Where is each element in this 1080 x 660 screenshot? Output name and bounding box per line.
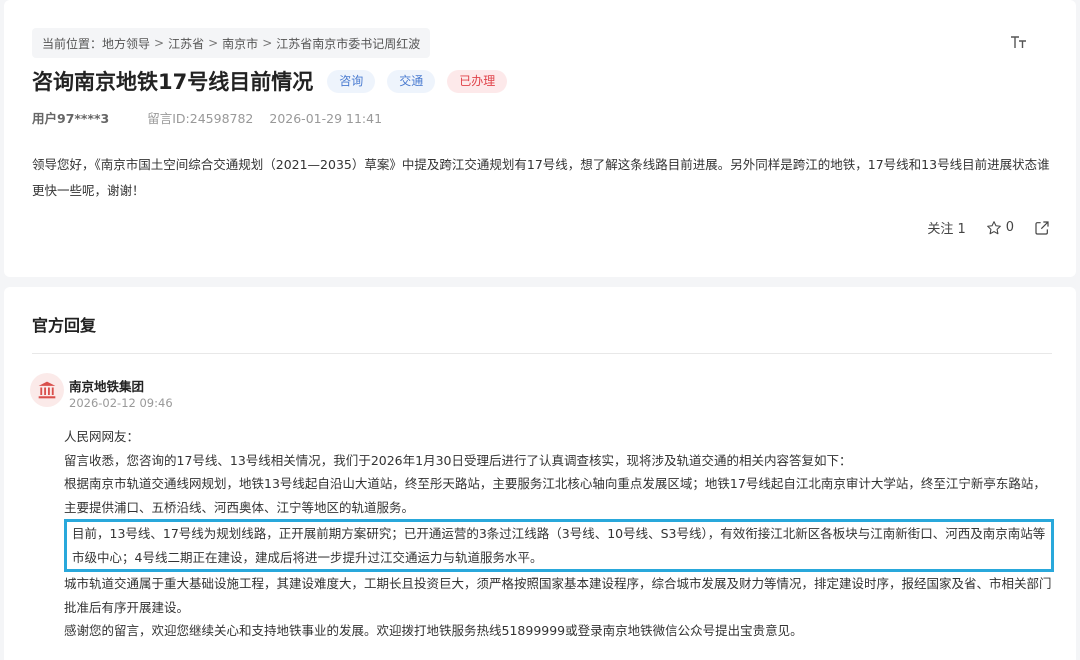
user-name: 用户97****3	[32, 111, 110, 126]
question-datetime: 2026-01-29 11:41	[269, 111, 383, 126]
star-icon	[986, 220, 1001, 234]
message-id: 留言ID:24598782	[147, 111, 254, 126]
font-size-icon[interactable]	[1010, 34, 1028, 54]
breadcrumb-item-secretary[interactable]: 江苏省南京市委书记周红波	[276, 35, 420, 52]
breadcrumb-item-jiangsu[interactable]: 江苏省	[168, 35, 204, 52]
like-count: 0	[1005, 220, 1014, 235]
reply-body: 人民网网友： 留言收悉，您咨询的17号线、13号线相关情况，我们于2026年1月…	[64, 425, 1054, 643]
share-button[interactable]	[1034, 220, 1050, 236]
follow-button[interactable]: 关注 1	[927, 218, 965, 237]
question-meta: 用户97****3 留言ID:24598782 2026-01-29 11:41	[32, 108, 382, 127]
highlighted-reply-paragraph: 目前，13号线、17号线为规划线路，正开展前期方案研究；已开通运营的3条过江线路…	[64, 519, 1054, 572]
tag-consult: 咨询	[327, 69, 376, 93]
reply-paragraph: 城市轨道交通属于重大基础设施工程，其建设难度大，工期长且投资巨大，须严格按照国家…	[64, 576, 1052, 615]
reply-org-name: 南京地铁集团	[69, 379, 145, 394]
breadcrumb-separator: >	[154, 36, 165, 50]
reply-paragraph: 留言收悉，您咨询的17号线、13号线相关情况，我们于2026年1月30日受理后进…	[64, 452, 852, 468]
divider	[32, 353, 1052, 354]
government-building-icon	[30, 373, 64, 407]
page-title: 咨询南京地铁17号线目前情况	[32, 70, 314, 94]
title-row: 咨询南京地铁17号线目前情况 咨询 交通 已办理	[32, 64, 519, 98]
reply-paragraph: 根据南京市轨道交通线网规划，地铁13号线起自沿山大道站，终至彤天路站，主要服务江…	[64, 476, 1046, 515]
question-body: 领导您好，《南京市国土空间综合交通规划（2021—2035）草案》中提及跨江交通…	[32, 157, 1050, 198]
reply-greeting: 人民网网友：	[64, 429, 140, 444]
action-bar: 关注 1 0	[927, 218, 1050, 237]
breadcrumb-separator: >	[208, 36, 219, 50]
breadcrumb-item-regional-leaders[interactable]: 地方领导	[102, 35, 150, 52]
status-badge: 已办理	[447, 69, 508, 93]
breadcrumb-separator: >	[262, 36, 273, 50]
reply-section-title: 官方回复	[32, 316, 97, 335]
breadcrumb-item-nanjing[interactable]: 南京市	[222, 35, 258, 52]
breadcrumb: 当前位置： 地方领导 > 江苏省 > 南京市 > 江苏省南京市委书记周红波	[32, 28, 431, 58]
reply-card: 官方回复 南京地铁集团 2026-02-12 09:46 人民网网友： 留言收悉…	[4, 287, 1076, 660]
breadcrumb-prefix: 当前位置：	[42, 36, 103, 51]
share-icon	[1035, 220, 1049, 235]
reply-datetime: 2026-02-12 09:46	[69, 396, 173, 410]
tag-traffic: 交通	[387, 69, 436, 93]
question-card: 当前位置： 地方领导 > 江苏省 > 南京市 > 江苏省南京市委书记周红波 咨询…	[4, 0, 1076, 277]
reply-paragraph: 感谢您的留言，欢迎您继续关心和支持地铁事业的发展。欢迎拨打地铁服务热线51899…	[64, 623, 803, 638]
like-button[interactable]: 0	[986, 220, 1014, 236]
